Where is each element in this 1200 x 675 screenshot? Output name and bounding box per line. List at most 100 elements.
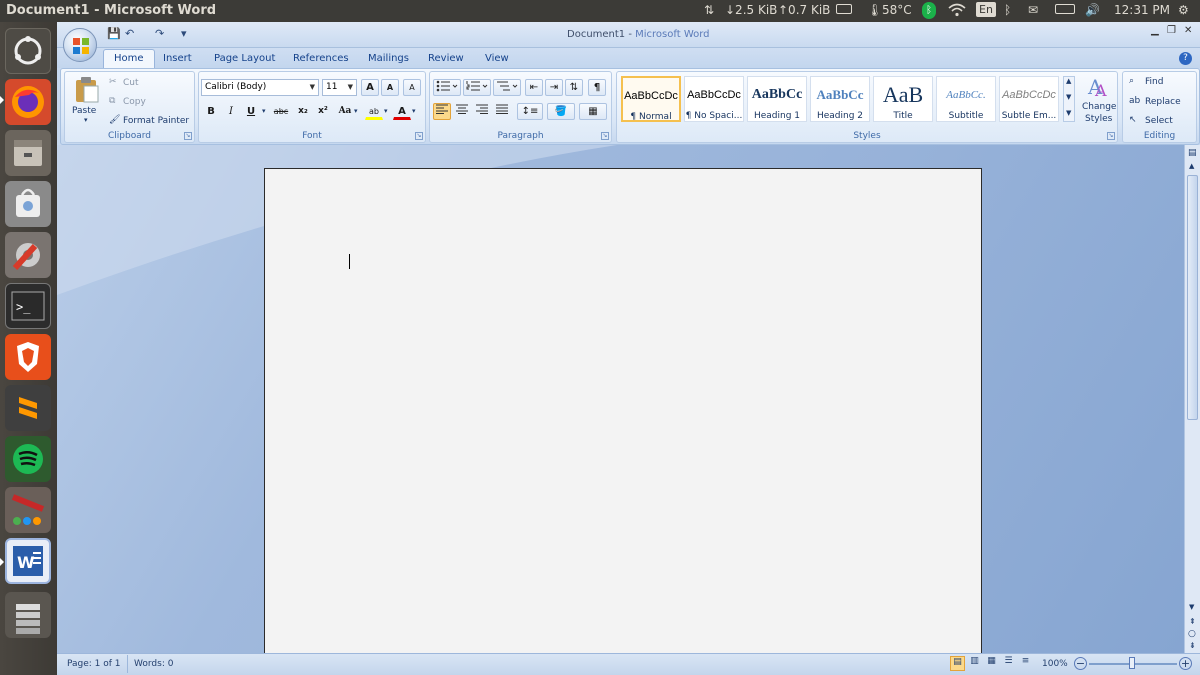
bold-button[interactable]: B [202,103,220,120]
borders-icon[interactable]: ▦ [579,103,607,120]
show-marks-button[interactable]: ¶ [588,79,606,96]
copy-button[interactable]: Copy [123,97,146,107]
office-button[interactable] [63,28,97,62]
clipboard-dialog-launcher[interactable]: ↘ [184,132,192,140]
ruler-toggle-icon[interactable]: ▤ [1188,148,1197,158]
replace-button[interactable]: Replace [1145,97,1181,107]
terminal-icon[interactable]: >_ [5,283,51,329]
mail-icon[interactable]: ✉ [1028,3,1038,17]
tab-review[interactable]: Review [420,51,472,66]
paragraph-dialog-launcher[interactable]: ↘ [601,132,609,140]
save-icon[interactable]: 💾 [107,27,121,40]
next-page-icon[interactable]: ⇟ [1189,641,1196,650]
paste-dropdown-icon[interactable]: ▾ [84,116,88,124]
justify-icon[interactable] [493,103,511,120]
format-painter-button[interactable]: Format Painter [123,116,189,126]
chevron-down-icon[interactable]: ▼ [1066,93,1071,101]
cut-button[interactable]: Cut [123,78,139,88]
ubuntu-software-icon[interactable] [5,181,51,227]
zoom-level[interactable]: 100% [1042,659,1068,669]
print-layout-icon[interactable]: ▤ [950,656,965,671]
system-settings-icon[interactable] [5,232,51,278]
bluetooth-icon[interactable]: ᛒ [1004,3,1011,17]
wifi-icon[interactable] [948,3,966,20]
increase-indent-icon[interactable]: ⇥ [545,79,563,96]
superscript-button[interactable]: x² [314,103,332,120]
style-title[interactable]: AaB Title [873,76,933,122]
style-normal[interactable]: AaBbCcDc ¶ Normal [621,76,681,122]
multilevel-list-icon[interactable] [493,79,521,96]
battery-icon[interactable] [1055,3,1075,17]
tab-page-layout[interactable]: Page Layout [206,51,283,66]
paste-button[interactable]: Paste ▾ [69,76,105,124]
font-color-dropdown-icon[interactable]: ▾ [412,107,416,115]
microsoft-word-icon[interactable]: W [5,538,51,584]
change-case-button[interactable]: Aa [336,103,354,120]
align-center-icon[interactable] [453,103,471,120]
clock[interactable]: 12:31 PM [1114,3,1170,17]
style-subtle-emphasis[interactable]: AaBbCcDc Subtle Em... [999,76,1059,122]
vertical-scrollbar[interactable]: ▤ ▲ ▼ ⇞ ○ ⇟ [1184,145,1200,653]
select-browse-object-icon[interactable]: ○ [1188,629,1196,639]
files-icon[interactable] [5,130,51,176]
scroll-up-icon[interactable]: ▲ [1189,162,1194,170]
minimize-button[interactable]: ▁ [1151,25,1159,36]
undo-icon[interactable]: ↶ [125,27,134,40]
web-layout-icon[interactable]: ▦ [984,656,999,671]
numbering-icon[interactable] [463,79,491,96]
subscript-button[interactable]: x₂ [294,103,312,120]
zoom-in-button[interactable]: + [1179,657,1192,670]
trash-icon[interactable] [5,592,51,638]
bullets-icon[interactable] [433,79,461,96]
redo-icon[interactable]: ↷ [155,27,164,40]
decrease-indent-icon[interactable]: ⇤ [525,79,543,96]
font-name-combo[interactable]: Calibri (Body) ▼ [201,79,319,96]
bluetooth-app-icon[interactable]: ᛒ [922,2,936,19]
change-styles-button[interactable]: AA Change Styles [1079,74,1117,130]
sort-icon[interactable]: ⇅ [565,79,583,96]
wine-icon[interactable] [5,487,51,533]
page-count[interactable]: Page: 1 of 1 [67,659,121,669]
highlight-button[interactable]: ab [365,103,383,120]
more-styles-icon[interactable]: ▼ [1066,109,1071,117]
strikethrough-button[interactable]: abc [272,103,290,120]
firefox-icon[interactable] [5,79,51,125]
clear-formatting-button[interactable]: A [403,79,421,96]
styles-dialog-launcher[interactable]: ↘ [1107,132,1115,140]
find-button[interactable]: Find [1145,77,1163,87]
zoom-slider[interactable] [1089,657,1177,669]
power-gear-icon[interactable]: ⚙ [1178,3,1189,17]
tab-insert[interactable]: Insert [155,51,200,66]
select-button[interactable]: Select [1145,116,1173,126]
zoom-out-button[interactable]: − [1074,657,1087,670]
maximize-button[interactable]: ❐ [1167,25,1176,36]
sublime-text-icon[interactable] [5,385,51,431]
word-count[interactable]: Words: 0 [134,659,173,669]
keyboard-layout-indicator[interactable]: En [976,2,996,17]
document-page[interactable] [264,168,982,653]
style-heading-1[interactable]: AaBbCc Heading 1 [747,76,807,122]
outline-icon[interactable]: ☰ [1001,656,1016,671]
change-case-dropdown-icon[interactable]: ▾ [354,107,358,115]
indicator-hdd-icon[interactable] [836,3,852,17]
style-heading-2[interactable]: AaBbCc Heading 2 [810,76,870,122]
font-size-combo[interactable]: 11 ▼ [322,79,357,96]
italic-button[interactable]: I [222,103,240,120]
help-icon[interactable]: ? [1179,52,1192,65]
full-screen-reading-icon[interactable]: ▥ [967,656,982,671]
close-button[interactable]: ✕ [1184,25,1192,36]
tab-view[interactable]: View [477,51,517,66]
underline-button[interactable]: U [242,103,260,120]
brave-icon[interactable] [5,334,51,380]
scroll-down-icon[interactable]: ▼ [1189,603,1194,611]
style-no-spacing[interactable]: AaBbCcDc ¶ No Spaci... [684,76,744,122]
ubuntu-dash-icon[interactable] [5,28,51,74]
tab-home[interactable]: Home [103,49,155,68]
align-right-icon[interactable] [473,103,491,120]
align-left-icon[interactable] [433,103,451,120]
chevron-up-icon[interactable]: ▲ [1066,77,1071,85]
underline-dropdown-icon[interactable]: ▾ [262,107,266,115]
styles-gallery-scroller[interactable]: ▲ ▼ ▼ [1063,76,1075,122]
customize-qat-button[interactable]: ▾ [181,27,187,40]
style-subtitle[interactable]: AaBbCc. Subtitle [936,76,996,122]
